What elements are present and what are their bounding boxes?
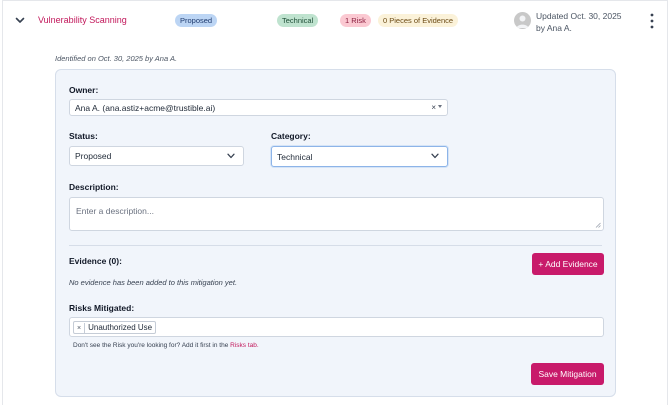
description-label: Description: — [69, 182, 119, 192]
user-avatar-icon — [514, 12, 531, 29]
section-divider — [69, 245, 602, 246]
owner-label: Owner: — [69, 85, 99, 95]
risk-count-badge: 1 Risk — [340, 14, 371, 27]
add-evidence-button[interactable]: + Add Evidence — [532, 253, 604, 275]
description-textarea[interactable]: Enter a description... — [69, 197, 604, 231]
risks-mitigated-label: Risks Mitigated: — [69, 303, 135, 313]
risk-tag-label: Unauthorized Use — [88, 323, 153, 332]
caret-down-icon[interactable] — [438, 105, 442, 108]
risks-multiselect[interactable]: × Unauthorized Use — [69, 317, 604, 337]
remove-tag-icon[interactable]: × — [74, 323, 86, 334]
mitigation-title[interactable]: Vulnerability Scanning — [38, 15, 127, 25]
status-label: Status: — [69, 131, 98, 141]
status-badge: Proposed — [175, 14, 218, 27]
risks-tab-link[interactable]: Risks tab. — [230, 342, 259, 349]
chevron-down-icon — [227, 153, 235, 159]
risk-tag: × Unauthorized Use — [73, 321, 157, 334]
updated-info: Updated Oct. 30, 2025 by Ana A. — [536, 10, 622, 34]
risks-hint-text: Don't see the Risk you're looking for? A… — [73, 342, 229, 349]
evidence-label: Evidence (0): — [69, 256, 122, 266]
category-select[interactable]: Technical — [271, 146, 448, 167]
left-border — [2, 0, 3, 405]
category-label: Category: — [271, 131, 311, 141]
clear-icon[interactable]: × — [431, 103, 436, 112]
identified-info: Identified on Oct. 30, 2025 by Ana A. — [55, 54, 178, 63]
category-value: Technical — [277, 151, 313, 162]
evidence-count-badge: 0 Pieces of Evidence — [378, 14, 459, 27]
status-value: Proposed — [75, 151, 112, 161]
chevron-down-icon — [431, 153, 439, 159]
description-placeholder: Enter a description... — [76, 206, 154, 216]
chevron-down-icon[interactable] — [14, 14, 26, 26]
kebab-menu-icon[interactable] — [649, 12, 655, 30]
no-evidence-message: No evidence has been added to this mitig… — [69, 278, 238, 287]
right-border — [667, 0, 668, 405]
category-badge: Technical — [277, 14, 319, 27]
mitigation-form-card: Owner: Ana A. (ana.astiz+acme@trustible.… — [55, 69, 616, 397]
save-mitigation-button[interactable]: Save Mitigation — [531, 363, 604, 385]
risks-hint: Don't see the Risk you're looking for? A… — [73, 342, 259, 349]
updated-date: Updated Oct. 30, 2025 — [536, 11, 622, 21]
resize-handle-icon[interactable] — [595, 222, 601, 228]
mitigation-row-header: Vulnerability Scanning Proposed Technica… — [0, 0, 670, 42]
updated-by: by Ana A. — [536, 23, 572, 33]
owner-value: Ana A. (ana.astiz+acme@trustible.ai) — [75, 102, 216, 113]
owner-select[interactable]: Ana A. (ana.astiz+acme@trustible.ai) × — [69, 99, 448, 116]
status-select[interactable]: Proposed — [69, 146, 244, 166]
